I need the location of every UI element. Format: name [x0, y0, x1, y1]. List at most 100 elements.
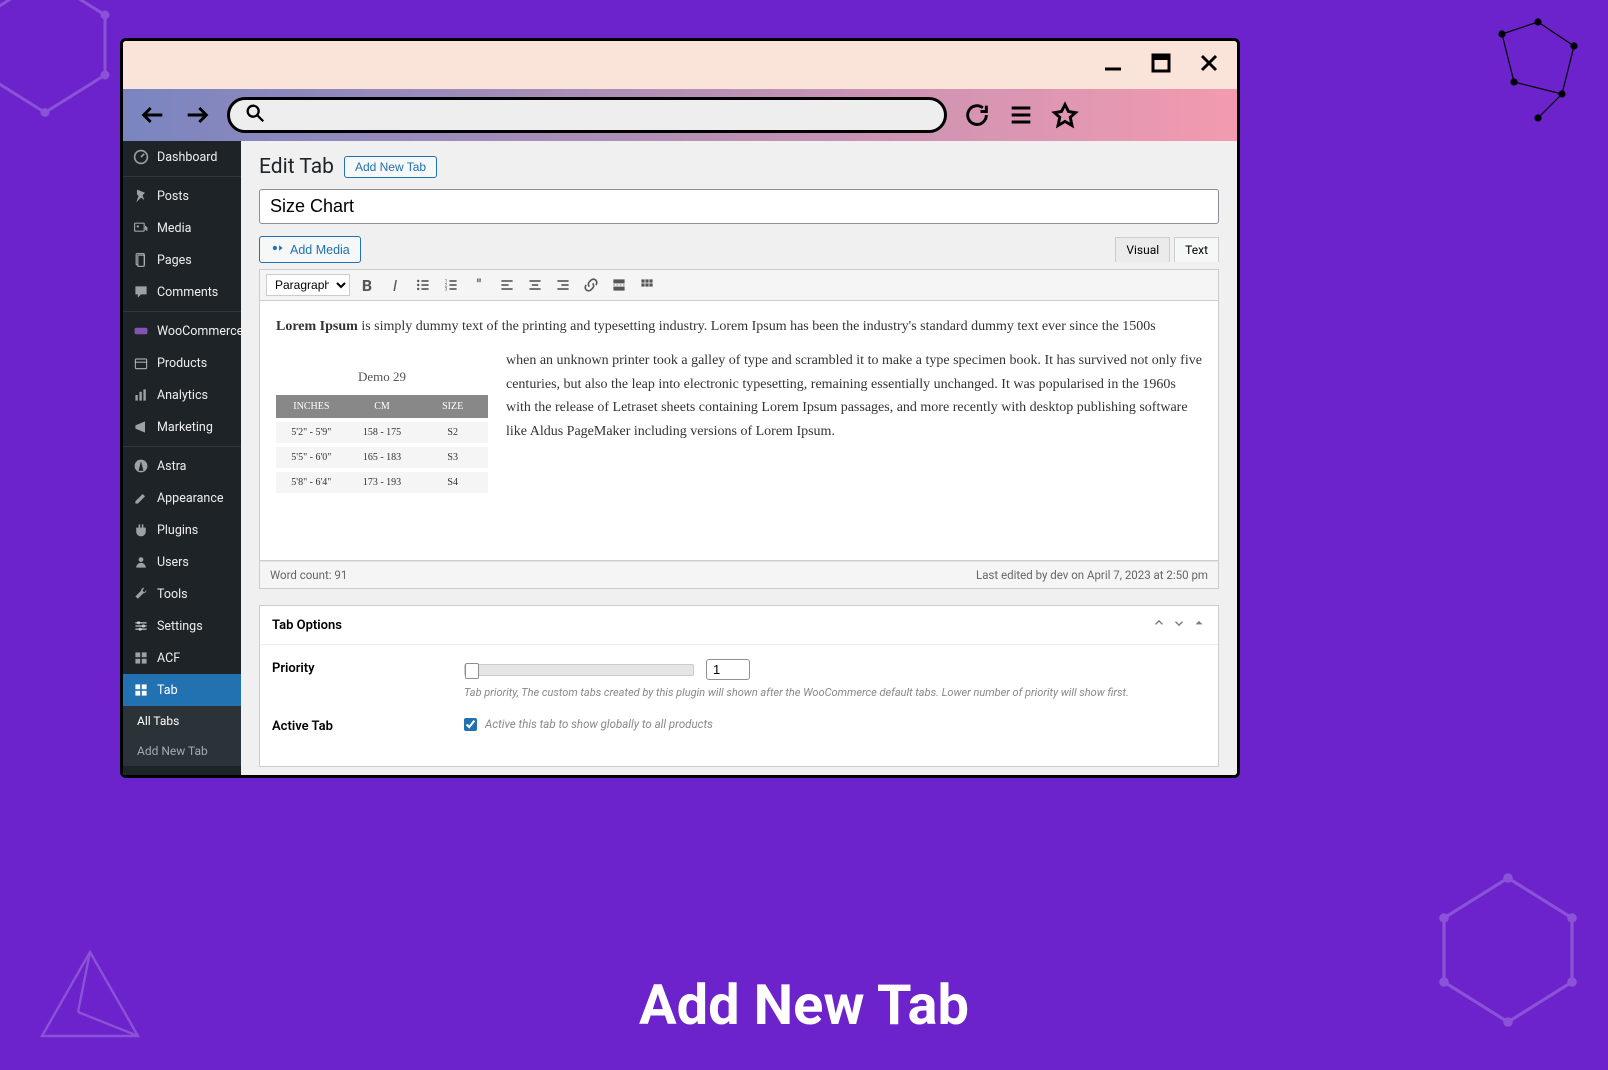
content-area: Dashboard Posts Media Pages Comments Woo… — [123, 141, 1237, 775]
align-left-icon[interactable] — [496, 274, 518, 296]
add-new-tab-button[interactable]: Add New Tab — [344, 156, 437, 178]
readmore-icon[interactable] — [608, 274, 630, 296]
slider-thumb[interactable] — [465, 663, 479, 679]
sidebar-item-label: Users — [157, 555, 189, 570]
search-icon — [244, 102, 266, 128]
svg-text:3: 3 — [445, 287, 448, 293]
th-cm: CM — [347, 395, 418, 418]
priority-help: Tab priority, The custom tabs created by… — [464, 686, 1206, 699]
content-lead-bold: Lorem Ipsum — [276, 319, 358, 334]
sidebar-item-posts[interactable]: Posts — [123, 180, 241, 212]
content-lead-rest: is simply dummy text of the printing and… — [358, 319, 1156, 334]
maximize-icon[interactable] — [1149, 51, 1173, 79]
quote-icon[interactable]: " — [468, 274, 490, 296]
image-caption: Add New Tab — [0, 972, 1608, 1038]
sidebar-item-tools[interactable]: Tools — [123, 578, 241, 610]
tab-title-input[interactable] — [259, 189, 1219, 224]
editor-body[interactable]: Lorem Ipsum is simply dummy text of the … — [259, 301, 1219, 561]
sidebar-item-acf[interactable]: ACF — [123, 642, 241, 674]
sidebar-item-media[interactable]: Media — [123, 212, 241, 244]
th-inches: INCHES — [276, 395, 347, 418]
editor-tab-visual[interactable]: Visual — [1115, 237, 1170, 262]
plugins-icon — [133, 522, 149, 538]
sidebar-item-label: Comments — [157, 285, 218, 300]
sidebar-item-label: Tab — [157, 683, 178, 698]
numbered-list-icon[interactable]: 123 — [440, 274, 462, 296]
reload-icon[interactable] — [963, 101, 991, 129]
priority-input[interactable] — [706, 659, 750, 680]
tab-icon — [133, 682, 149, 698]
sidebar-item-pages[interactable]: Pages — [123, 244, 241, 276]
url-bar[interactable] — [227, 97, 947, 133]
back-icon[interactable] — [139, 101, 167, 129]
sidebar-item-appearance[interactable]: Appearance — [123, 482, 241, 514]
editor-tab-text[interactable]: Text — [1174, 237, 1219, 262]
acf-icon — [133, 650, 149, 666]
astra-icon — [133, 458, 149, 474]
demo-table-title: Demo 29 — [276, 359, 488, 395]
sidebar-item-label: Plugins — [157, 523, 198, 538]
appearance-icon — [133, 490, 149, 506]
align-center-icon[interactable] — [524, 274, 546, 296]
close-icon[interactable] — [1197, 51, 1221, 79]
active-tab-checkbox[interactable] — [464, 718, 477, 731]
collapse-menu[interactable]: Collapse menu — [123, 770, 241, 775]
priority-slider[interactable] — [464, 664, 694, 676]
sidebar-sub-all-tabs[interactable]: All Tabs — [123, 706, 241, 736]
sidebar-item-analytics[interactable]: Analytics — [123, 379, 241, 411]
bullet-list-icon[interactable] — [412, 274, 434, 296]
bold-icon[interactable]: B — [356, 274, 378, 296]
browser-navbar — [123, 89, 1237, 141]
sidebar-item-marketing[interactable]: Marketing — [123, 411, 241, 443]
toggle-panel-icon[interactable] — [1192, 616, 1206, 634]
sidebar-item-astra[interactable]: Astra — [123, 450, 241, 482]
sidebar-item-plugins[interactable]: Plugins — [123, 514, 241, 546]
active-tab-help: Active this tab to show globally to all … — [485, 717, 713, 731]
add-media-button[interactable]: Add Media — [259, 236, 361, 263]
sidebar-sub-add-new-tab[interactable]: Add New Tab — [123, 736, 241, 766]
sidebar-item-comments[interactable]: Comments — [123, 276, 241, 308]
priority-label: Priority — [272, 659, 452, 676]
settings-icon — [133, 618, 149, 634]
metabox-title: Tab Options — [272, 618, 342, 633]
sidebar-item-settings[interactable]: Settings — [123, 610, 241, 642]
italic-icon[interactable]: I — [384, 274, 406, 296]
minimize-icon[interactable] — [1101, 51, 1125, 79]
sidebar-item-dashboard[interactable]: Dashboard — [123, 141, 241, 173]
sidebar-item-products[interactable]: Products — [123, 347, 241, 379]
marketing-icon — [133, 419, 149, 435]
editor-footer: Word count: 91 Last edited by dev on Apr… — [259, 561, 1219, 589]
sidebar-item-label: Tools — [157, 587, 188, 602]
sidebar-item-tab[interactable]: Tab — [123, 674, 241, 706]
sidebar-item-label: Posts — [157, 189, 189, 204]
paragraph-select[interactable]: Paragraph — [266, 274, 350, 296]
sidebar-item-users[interactable]: Users — [123, 546, 241, 578]
pin-icon — [133, 188, 149, 204]
page-title: Edit Tab — [259, 155, 334, 179]
star-icon[interactable] — [1051, 101, 1079, 129]
tools-icon — [133, 586, 149, 602]
link-icon[interactable] — [580, 274, 602, 296]
page-icon — [133, 252, 149, 268]
sidebar-item-label: Settings — [157, 619, 203, 634]
sidebar-item-label: Astra — [157, 459, 187, 474]
analytics-icon — [133, 387, 149, 403]
sidebar-item-label: Pages — [157, 253, 192, 268]
woo-icon — [133, 323, 149, 339]
active-tab-label: Active Tab — [272, 717, 452, 734]
menu-icon[interactable] — [1007, 101, 1035, 129]
forward-icon[interactable] — [183, 101, 211, 129]
main-content: Edit Tab Add New Tab Add Media Visual Te… — [241, 141, 1237, 775]
page-head: Edit Tab Add New Tab — [259, 155, 1219, 179]
toolbar-toggle-icon[interactable] — [636, 274, 658, 296]
sidebar-item-label: Media — [157, 221, 191, 236]
th-size: SIZE — [417, 395, 488, 418]
media-icon — [133, 220, 149, 236]
sidebar-item-label: Appearance — [157, 491, 224, 506]
sidebar-item-label: Marketing — [157, 420, 213, 435]
move-down-icon[interactable] — [1172, 616, 1186, 634]
align-right-icon[interactable] — [552, 274, 574, 296]
sidebar-item-woocommerce[interactable]: WooCommerce — [123, 315, 241, 347]
url-input[interactable] — [274, 108, 930, 123]
move-up-icon[interactable] — [1152, 616, 1166, 634]
